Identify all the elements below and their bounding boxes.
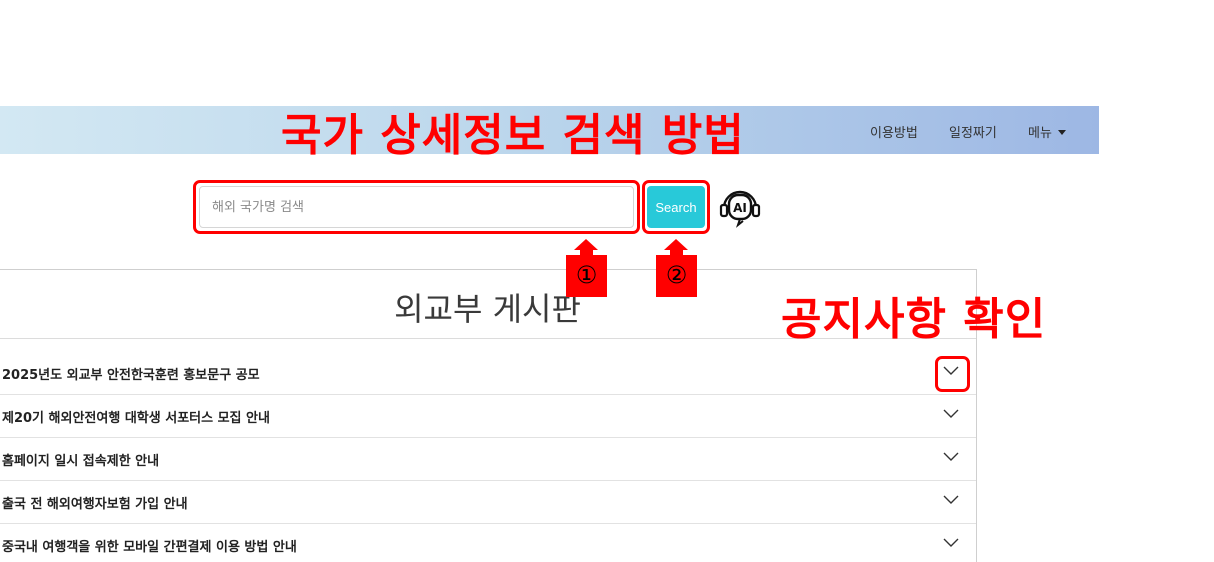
notice-item[interactable]: 2025년도 외교부 안전한국훈련 홍보문구 공모 [0,352,976,395]
nav-link-how-to-use[interactable]: 이용방법 [870,122,918,141]
notice-item-label: 2025년도 외교부 안전한국훈련 홍보문구 공모 [2,368,260,383]
notice-item-label: 홈페이지 일시 접속제한 안내 [2,454,160,469]
notice-item[interactable]: 제20기 해외안전여행 대학생 서포터스 모집 안내 [0,395,976,438]
annotation-title: 국가 상세정보 검색 방법 [281,110,745,161]
nav-link-plan-schedule[interactable]: 일정짜기 [949,122,997,141]
nav-menu-dropdown[interactable]: 메뉴 [1028,122,1066,141]
annotation-marker-2: ② [656,255,697,297]
notice-item-label: 출국 전 해외여행자보험 가입 안내 [2,497,188,512]
chevron-down-icon[interactable] [943,538,959,548]
annotation-marker-1: ① [566,255,607,297]
notice-item[interactable]: 중국내 여행객을 위한 모바일 간편결제 이용 방법 안내 [0,524,976,562]
annotation-box-search-button [642,180,710,234]
chevron-down-icon[interactable] [943,495,959,505]
ai-headset-icon[interactable]: AI [718,186,762,228]
notice-item-label: 중국내 여행객을 위한 모바일 간편결제 이용 방법 안내 [2,540,297,555]
annotation-notice: 공지사항 확인 [781,294,1047,345]
annotation-box-search-input [193,180,640,234]
svg-text:AI: AI [733,201,747,215]
notice-item-label: 제20기 해외안전여행 대학생 서포터스 모집 안내 [2,411,270,426]
chevron-down-icon[interactable] [943,409,959,419]
page: 이용방법 일정짜기 메뉴 Search AI 외교부 게시판 2025년도 외교… [0,0,1214,562]
notice-item[interactable]: 출국 전 해외여행자보험 가입 안내 [0,481,976,524]
chevron-down-icon[interactable] [943,452,959,462]
annotation-box-expand [935,356,970,392]
notice-item[interactable]: 홈페이지 일시 접속제한 안내 [0,438,976,481]
nav-menu-label: 메뉴 [1028,126,1052,141]
arrow-up-icon [574,239,598,250]
arrow-up-icon [664,239,688,250]
caret-down-icon [1057,130,1066,135]
